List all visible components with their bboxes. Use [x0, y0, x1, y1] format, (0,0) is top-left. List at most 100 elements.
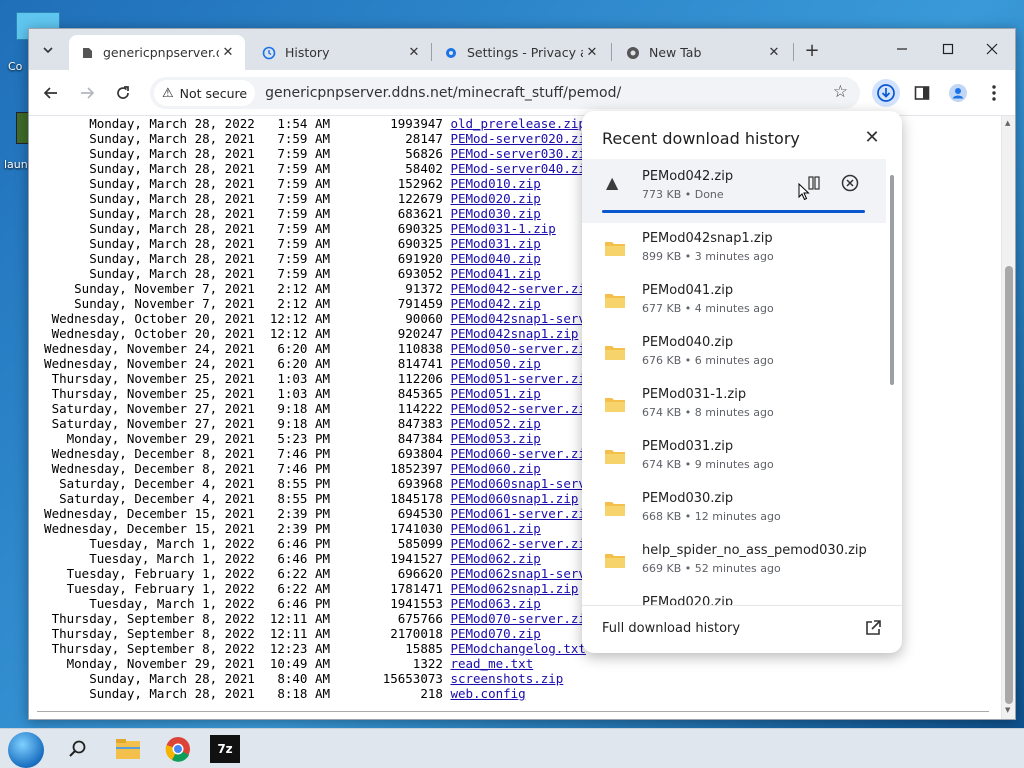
- chrome-taskbar-button[interactable]: [162, 733, 194, 765]
- scroll-up-icon[interactable]: ▲: [1005, 119, 1010, 127]
- listing-row: Monday, November 29, 2021 5:23 PM 847384…: [29, 431, 631, 446]
- address-bar[interactable]: ⚠ Not secure genericpnpserver.ddns.net/m…: [150, 77, 860, 109]
- tab-new-tab[interactable]: New Tab ✕: [615, 35, 791, 70]
- close-icon[interactable]: ✕: [583, 44, 601, 62]
- folder-icon: [605, 398, 625, 412]
- file-link[interactable]: PEMod070.zip: [450, 626, 540, 641]
- download-item[interactable]: PEMod031.zip 674 KB • 9 minutes ago: [582, 431, 886, 483]
- file-link[interactable]: PEMod031.zip: [450, 236, 540, 251]
- file-link[interactable]: old_prerelease.zip: [450, 116, 585, 131]
- listing-row: Sunday, March 28, 2021 7:59 AM 56826 PEM…: [29, 146, 631, 161]
- file-explorer-button[interactable]: [112, 733, 144, 765]
- tab-settings[interactable]: Settings - Privacy and ✕: [433, 35, 609, 70]
- file-link[interactable]: PEMod040.zip: [450, 251, 540, 266]
- security-chip[interactable]: ⚠ Not secure: [154, 80, 256, 106]
- download-item[interactable]: PEMod041.zip 677 KB • 4 minutes ago: [582, 275, 886, 327]
- tab-separator: [431, 43, 432, 61]
- listing-row: Monday, November 29, 2021 10:49 AM 1322 …: [29, 656, 631, 671]
- file-link[interactable]: screenshots.zip: [450, 671, 563, 686]
- file-link[interactable]: PEMod052.zip: [450, 416, 540, 431]
- page-scrollbar[interactable]: ▲ ▼: [1001, 116, 1015, 719]
- forward-button[interactable]: [73, 79, 101, 107]
- listing-row: Sunday, March 28, 2021 8:18 AM 218 web.c…: [29, 686, 631, 701]
- tab-search-button[interactable]: [35, 37, 61, 63]
- back-button[interactable]: [37, 79, 65, 107]
- star-icon[interactable]: ☆: [833, 82, 848, 102]
- file-link[interactable]: PEMod-server040.zip: [450, 161, 593, 176]
- file-link[interactable]: PEMod042snap1.zip: [450, 326, 578, 341]
- sevenzip-button[interactable]: 7z: [210, 735, 240, 763]
- reload-button[interactable]: [109, 79, 137, 107]
- menu-button[interactable]: [980, 79, 1008, 107]
- search-button[interactable]: [62, 733, 94, 765]
- file-link[interactable]: PEMod050.zip: [450, 356, 540, 371]
- profile-button[interactable]: [944, 79, 972, 107]
- file-link[interactable]: PEModchangelog.txt: [450, 641, 585, 656]
- file-link[interactable]: PEMod031-1.zip: [450, 221, 555, 236]
- start-button[interactable]: [8, 732, 44, 768]
- warning-icon: ▲: [606, 173, 619, 192]
- download-item[interactable]: PEMod040.zip 676 KB • 6 minutes ago: [582, 327, 886, 379]
- close-icon[interactable]: ✕: [405, 44, 423, 62]
- file-link[interactable]: PEMod060.zip: [450, 461, 540, 476]
- page-scroll-thumb[interactable]: [1005, 266, 1013, 704]
- file-link[interactable]: PEMod052-server.zip: [450, 401, 593, 416]
- full-download-history-link[interactable]: Full download history: [602, 621, 740, 636]
- file-link[interactable]: PEMod060-server.zip: [450, 446, 593, 461]
- toolbar: ⚠ Not secure genericpnpserver.ddns.net/m…: [29, 70, 1015, 116]
- download-list-scrollbar[interactable]: [890, 175, 894, 385]
- url-text[interactable]: genericpnpserver.ddns.net/minecraft_stuf…: [265, 85, 621, 101]
- tab-title: Settings - Privacy and: [467, 45, 583, 60]
- download-item[interactable]: PEMod020.zip: [582, 587, 886, 605]
- file-link[interactable]: PEMod-server030.zip: [450, 146, 593, 161]
- listing-meta: Thursday, September 8, 2022 12:11 AM 675…: [29, 611, 451, 626]
- file-link[interactable]: PEMod061-server.zip: [450, 506, 593, 521]
- file-link[interactable]: web.config: [450, 686, 525, 701]
- close-window-button[interactable]: [969, 35, 1015, 63]
- file-link[interactable]: PEMod042-server.zip: [450, 281, 593, 296]
- sidepanel-icon: [914, 86, 930, 100]
- file-link[interactable]: PEMod062snap1.zip: [450, 581, 578, 596]
- download-item[interactable]: help_spider_no_ass_pemod030.zip 669 KB • …: [582, 535, 886, 587]
- file-link[interactable]: PEMod070-server.zip: [450, 611, 593, 626]
- download-footer[interactable]: Full download history: [582, 605, 902, 653]
- close-icon[interactable]: ✕: [765, 44, 783, 62]
- file-link[interactable]: PEMod053.zip: [450, 431, 540, 446]
- file-link[interactable]: PEMod062-server.zip: [450, 536, 593, 551]
- download-item[interactable]: PEMod031-1.zip 674 KB • 8 minutes ago: [582, 379, 886, 431]
- file-link[interactable]: PEMod030.zip: [450, 206, 540, 221]
- open-external-icon[interactable]: [864, 619, 882, 637]
- download-item-current[interactable]: ▲ PEMod042.zip 773 KB • Done: [582, 159, 886, 223]
- cancel-download-button[interactable]: [838, 171, 862, 195]
- tab-pemod-index[interactable]: genericpnpserver.ddns ✕: [69, 35, 245, 70]
- listing-row: Thursday, September 8, 2022 12:11 AM 675…: [29, 611, 631, 626]
- close-icon[interactable]: ✕: [219, 44, 237, 62]
- file-link[interactable]: PEMod050-server.zip: [450, 341, 593, 356]
- file-link[interactable]: PEMod060snap1.zip: [450, 491, 578, 506]
- file-link[interactable]: PEMod051.zip: [450, 386, 540, 401]
- downloads-button[interactable]: [872, 79, 900, 107]
- folder-icon: [605, 450, 625, 464]
- file-link[interactable]: PEMod042.zip: [450, 296, 540, 311]
- file-link[interactable]: PEMod-server020.zip: [450, 131, 593, 146]
- file-link[interactable]: read_me.txt: [450, 656, 533, 671]
- minimize-button[interactable]: [879, 35, 925, 63]
- file-link[interactable]: PEMod063.zip: [450, 596, 540, 611]
- side-panel-button[interactable]: [908, 79, 936, 107]
- file-link[interactable]: PEMod010.zip: [450, 176, 540, 191]
- listing-row: Thursday, September 8, 2022 12:11 AM 217…: [29, 626, 631, 641]
- maximize-button[interactable]: [925, 35, 971, 63]
- file-link[interactable]: PEMod062.zip: [450, 551, 540, 566]
- tab-history[interactable]: History ✕: [251, 35, 431, 70]
- new-tab-button[interactable]: +: [801, 39, 823, 61]
- download-item[interactable]: PEMod042snap1.zip 899 KB • 3 minutes ago: [582, 223, 886, 275]
- close-icon[interactable]: ✕: [860, 125, 884, 149]
- file-link[interactable]: PEMod061.zip: [450, 521, 540, 536]
- listing-row: Sunday, March 28, 2021 7:59 AM 690325 PE…: [29, 236, 631, 251]
- file-link[interactable]: PEMod041.zip: [450, 266, 540, 281]
- scroll-down-icon[interactable]: ▼: [1005, 706, 1010, 714]
- download-item[interactable]: PEMod030.zip 668 KB • 12 minutes ago: [582, 483, 886, 535]
- download-filename: PEMod031.zip: [642, 439, 734, 454]
- file-link[interactable]: PEMod020.zip: [450, 191, 540, 206]
- file-link[interactable]: PEMod051-server.zip: [450, 371, 593, 386]
